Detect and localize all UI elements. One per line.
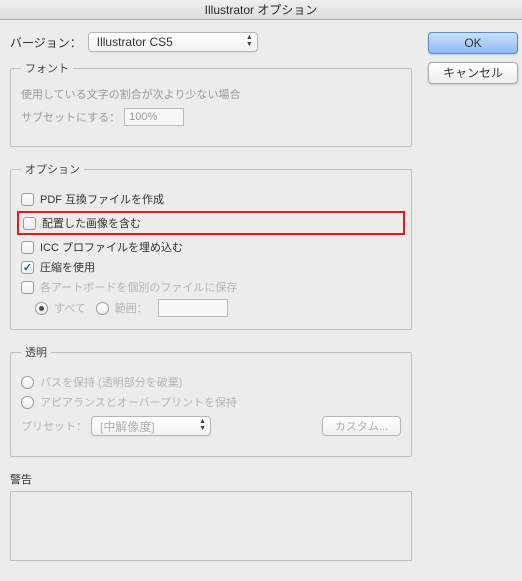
radio-range[interactable] [96,302,109,315]
preset-dropdown[interactable]: [中解像度] ▲▼ [91,416,211,436]
updown-arrows-icon: ▲▼ [199,418,206,432]
warnings-label: 警告 [10,471,412,487]
ok-button[interactable]: OK [428,32,518,54]
icc-profile-label: ICC プロファイルを埋め込む [40,239,183,255]
radio-all[interactable] [35,302,48,315]
radio-range-label: 範囲： [115,300,148,316]
transparency-group: 透明 パスを保持 (透明部分を破棄) アピアランスとオーバープリントを保持 プリ… [10,344,412,457]
subset-label: サブセットにする： [21,109,120,125]
warnings-box [10,491,412,561]
radio-preserve-appearance[interactable] [21,396,34,409]
checkbox-include-images[interactable] [23,217,36,230]
preset-value: [中解像度] [100,418,155,435]
font-group: フォント 使用している文字の割合が次より少ない場合 サブセットにする： 100% [10,60,412,147]
range-input[interactable] [158,299,228,317]
font-legend: フォント [21,60,73,76]
radio-preserve-paths[interactable] [21,376,34,389]
subset-input[interactable]: 100% [124,108,184,126]
checkbox-icc-profile[interactable] [21,241,34,254]
compress-label: 圧縮を使用 [40,259,95,275]
font-hint: 使用している文字の割合が次より少ない場合 [21,86,401,102]
dialog-title: Illustrator オプション [205,3,318,17]
radio-all-label: すべて [54,300,86,316]
updown-arrows-icon: ▲▼ [246,34,253,48]
checkbox-save-artboards[interactable] [21,281,34,294]
dialog-titlebar: Illustrator オプション [0,0,522,20]
options-group: オプション PDF 互換ファイルを作成 配置した画像を含む ICC プロファイル… [10,161,412,330]
version-value: Illustrator CS5 [97,35,173,49]
checkbox-compress[interactable] [21,261,34,274]
custom-button[interactable]: カスタム... [322,416,401,436]
options-legend: オプション [21,161,84,177]
save-artboards-label: 各アートボードを個別のファイルに保存 [40,279,237,295]
version-label: バージョン： [10,34,82,51]
preset-label: プリセット： [21,418,87,434]
version-dropdown[interactable]: Illustrator CS5 ▲▼ [88,32,258,52]
checkbox-pdf-compat[interactable] [21,193,34,206]
transparency-legend: 透明 [21,344,51,360]
pdf-compat-label: PDF 互換ファイルを作成 [40,191,164,207]
cancel-button[interactable]: キャンセル [428,62,518,84]
dialog-content: バージョン： Illustrator CS5 ▲▼ フォント 使用している文字の… [0,20,522,573]
preserve-paths-label: パスを保持 (透明部分を破棄) [40,374,182,390]
preserve-appearance-label: アピアランスとオーバープリントを保持 [40,394,237,410]
include-images-label: 配置した画像を含む [42,215,141,231]
